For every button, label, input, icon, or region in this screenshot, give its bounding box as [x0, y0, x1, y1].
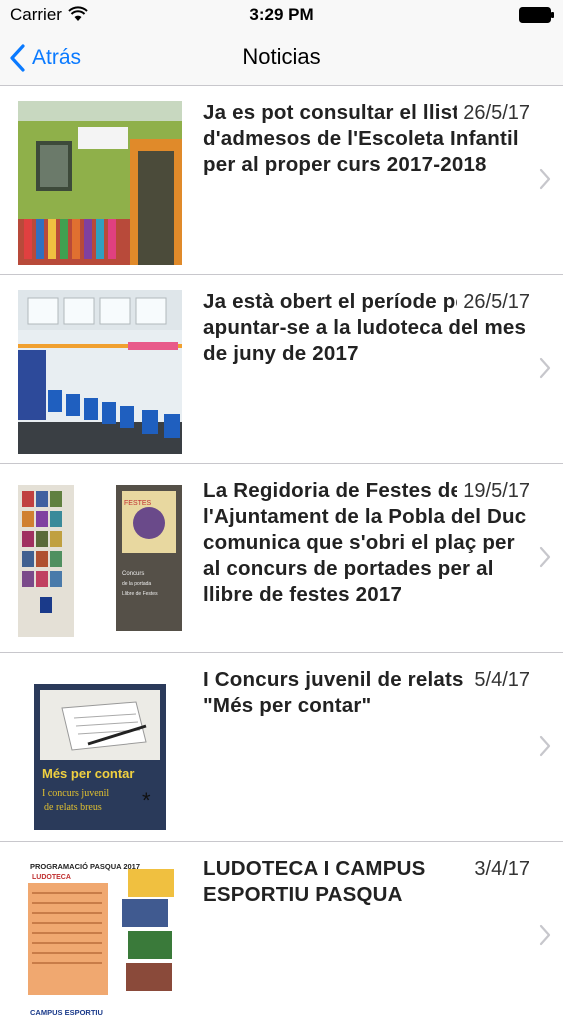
chevron-right-icon [539, 168, 551, 190]
svg-text:de la portada: de la portada [122, 581, 151, 587]
thumb-caption: Concurs [122, 571, 144, 577]
news-date: 26/5/17 [457, 289, 530, 315]
battery-icon [519, 7, 554, 23]
svg-text:I concurs juvenil: I concurs juvenil [42, 788, 109, 799]
thumb-caption: Més per contar [42, 766, 134, 781]
chevron-right-icon [539, 924, 551, 946]
navigation-bar: Atrás Noticias [0, 30, 563, 86]
page-title: Noticias [242, 44, 321, 69]
chevron-right-icon [539, 735, 551, 757]
news-date: 3/4/17 [468, 856, 530, 882]
news-list: Ja es pot consultar el llistat d'admesos… [0, 86, 563, 1031]
svg-text:LUDOTECA: LUDOTECA [32, 874, 71, 881]
chevron-right-icon [539, 546, 551, 568]
svg-text:Llibre de Festes: Llibre de Festes [122, 591, 158, 597]
news-date: 5/4/17 [468, 667, 530, 693]
news-row[interactable]: Ja es pot consultar el llistat d'admesos… [0, 86, 563, 275]
news-row[interactable]: Ja està obert el període per apuntar-se … [0, 275, 563, 464]
news-thumbnail [18, 290, 182, 454]
thumb-caption: PROGRAMACIÓ PASQUA 2017 [30, 862, 140, 871]
news-date: 26/5/17 [457, 100, 530, 126]
svg-text:CAMPUS ESPORTIU: CAMPUS ESPORTIU [30, 1008, 103, 1017]
svg-text:FESTES: FESTES [124, 500, 152, 507]
news-thumbnail: Més per contar I concurs juvenil de rela… [18, 668, 182, 832]
news-thumbnail: PROGRAMACIÓ PASQUA 2017 LUDOTECA CAMPUS … [18, 857, 182, 1021]
svg-text:*: * [142, 788, 151, 813]
news-date: 19/5/17 [457, 478, 530, 504]
clock: 3:29 PM [249, 5, 314, 24]
news-row[interactable]: PROGRAMACIÓ PASQUA 2017 LUDOTECA CAMPUS … [0, 842, 563, 1031]
chevron-right-icon [539, 357, 551, 379]
news-thumbnail: FESTES Concurs de la portada Llibre de F… [18, 479, 182, 643]
status-bar: Carrier 3:29 PM [0, 0, 563, 30]
news-row[interactable]: FESTES Concurs de la portada Llibre de F… [0, 464, 563, 653]
news-thumbnail [18, 101, 182, 265]
svg-text:de relats breus: de relats breus [44, 802, 102, 813]
news-row[interactable]: Més per contar I concurs juvenil de rela… [0, 653, 563, 842]
